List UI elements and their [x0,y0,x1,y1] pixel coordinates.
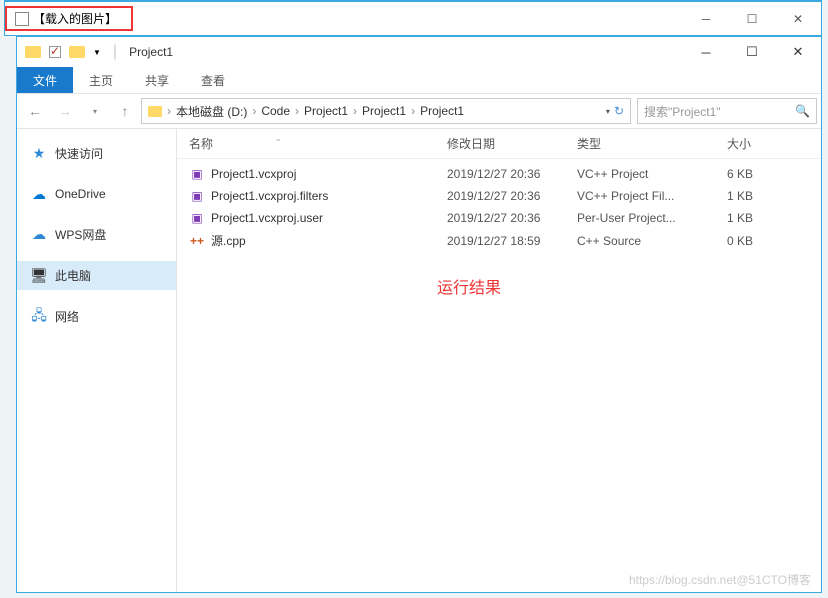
network-icon: 🖧 [31,309,47,325]
address-dropdown-icon[interactable]: ▾ [606,107,610,116]
qat-dropdown-icon[interactable]: ▼ [93,48,101,57]
window-title: Project1 [129,45,173,59]
file-row[interactable]: ▣ Project1.vcxproj 2019/12/27 20:36VC++ Pr… [177,163,821,185]
folder-icon [148,106,162,117]
file-type: Per-User Project... [577,211,727,225]
back-button[interactable]: ← [21,97,49,125]
sidebar-item-network[interactable]: 🖧 网络 [17,302,176,331]
file-size: 1 KB [727,189,809,203]
titlebar: ▼ | Project1 ─ ☐ ✕ [17,37,821,67]
breadcrumb-item[interactable]: Project1 [304,104,348,118]
sidebar-item-label: 此电脑 [55,267,91,284]
sidebar-item-label: WPS网盘 [55,226,106,243]
vcxproj-file-icon: ▣ [189,210,205,226]
chevron-right-icon: › [167,104,171,118]
chevron-right-icon: › [252,104,256,118]
breadcrumb-item[interactable]: Project1 [362,104,406,118]
file-row[interactable]: ▣ Project1.vcxproj.filters 2019/12/27 20:3… [177,185,821,207]
search-icon: 🔍 [795,104,810,118]
body: ★ 快速访问 ☁ OneDrive ☁ WPS网盘 🖥 此电脑 🖧 网络 [17,129,821,592]
file-list: ▣Project1.vcxproj2019/12/27 20:36VC++ Pr… [177,159,821,256]
star-icon: ★ [31,146,47,162]
addressbar: ← → ▾ ↑ › 本地磁盘 (D:) › Code › Project1 › … [17,93,821,129]
file-name: Project1.vcxproj.filters [211,189,328,203]
explorer-window: ▼ | Project1 ─ ☐ ✕ 文件 主页 共享 查看 ← → ▾ ↑ ›… [16,35,822,593]
ribbon-tab-share[interactable]: 共享 [129,67,185,93]
up-button[interactable]: ↑ [111,97,139,125]
content-pane: 名称 ˆ 修改日期 类型 大小 ▣ Project1.vcxproj 2019/12… [177,129,821,592]
sidebar-item-wps[interactable]: ☁ WPS网盘 [17,220,176,249]
sidebar-item-quickaccess[interactable]: ★ 快速访问 [17,139,176,168]
chevron-right-icon: › [295,104,299,118]
file-name: Project1.vcxproj.user [211,211,323,225]
history-dropdown[interactable]: ▾ [81,97,109,125]
vcxproj-file-icon: ▣ [189,166,205,182]
file-type: C++ Source [577,234,727,248]
breadcrumb-item[interactable]: Code [261,104,290,118]
sidebar-item-onedrive[interactable]: ☁ OneDrive [17,180,176,208]
parent-window-titlebar: 【载入的图片】 ─ ☐ ✕ [4,0,822,36]
highlighted-title-box: 【载入的图片】 [5,6,133,31]
column-header-name[interactable]: 名称 ˆ [189,135,447,152]
ribbon-tab-file[interactable]: 文件 [17,67,73,93]
parent-minimize-button[interactable]: ─ [683,4,729,34]
address-box[interactable]: › 本地磁盘 (D:) › Code › Project1 › Project1… [141,98,631,124]
sidebar-item-label: 快速访问 [55,145,103,162]
breadcrumb-item[interactable]: Project1 [420,104,464,118]
vcxproj-file-icon: ▣ [189,188,205,204]
column-header-type[interactable]: 类型 [577,135,727,152]
qat-checkbox[interactable] [49,46,61,58]
file-date: 2019/12/27 20:36 [447,211,577,225]
forward-button[interactable]: → [51,97,79,125]
column-header-size[interactable]: 大小 [727,135,821,152]
file-type: VC++ Project Fil... [577,189,727,203]
column-header-date[interactable]: 修改日期 [447,135,577,152]
search-placeholder: 搜索"Project1" [644,103,721,120]
sidebar-item-thispc[interactable]: 🖥 此电脑 [17,261,176,290]
watermark: https://blog.csdn.net@51CTO博客 [629,571,811,588]
pc-icon: 🖥 [31,268,47,284]
separator: | [113,43,117,61]
chevron-right-icon: › [353,104,357,118]
column-headers: 名称 ˆ 修改日期 类型 大小 [177,129,821,159]
file-type: VC++ Project [577,167,727,181]
parent-close-button[interactable]: ✕ [775,4,821,34]
refresh-button[interactable]: ↻ [614,104,624,118]
maximize-button[interactable]: ☐ [729,38,775,66]
file-date: 2019/12/27 18:59 [447,234,577,248]
sidebar-item-label: 网络 [55,308,79,325]
ribbon-tab-view[interactable]: 查看 [185,67,241,93]
folder-icon [69,46,85,58]
file-row[interactable]: ++ 源.cpp 2019/12/27 18:59C++ Source0 KB [177,229,821,252]
app-icon [15,12,29,26]
cloud-icon: ☁ [31,227,47,243]
file-row[interactable]: ▣ Project1.vcxproj.user 2019/12/27 20:36Pe… [177,207,821,229]
file-name: 源.cpp [211,232,246,249]
annotation-text: 运行结果 [437,274,501,298]
parent-maximize-button[interactable]: ☐ [729,4,775,34]
file-name: Project1.vcxproj [211,167,296,181]
search-input[interactable]: 搜索"Project1" 🔍 [637,98,817,124]
cloud-icon: ☁ [31,186,47,202]
file-date: 2019/12/27 20:36 [447,189,577,203]
file-size: 1 KB [727,211,809,225]
ribbon-tab-home[interactable]: 主页 [73,67,129,93]
close-button[interactable]: ✕ [775,38,821,66]
file-size: 6 KB [727,167,809,181]
minimize-button[interactable]: ─ [683,38,729,66]
folder-icon [25,46,41,58]
ribbon-tabs: 文件 主页 共享 查看 [17,67,821,93]
file-date: 2019/12/27 20:36 [447,167,577,181]
sidebar-item-label: OneDrive [55,187,106,201]
chevron-right-icon: › [411,104,415,118]
breadcrumb-item[interactable]: 本地磁盘 (D:) [176,103,247,120]
parent-window-title: 【载入的图片】 [33,10,117,27]
file-size: 0 KB [727,234,809,248]
sidebar: ★ 快速访问 ☁ OneDrive ☁ WPS网盘 🖥 此电脑 🖧 网络 [17,129,177,592]
cpp-file-icon: ++ [189,233,205,249]
